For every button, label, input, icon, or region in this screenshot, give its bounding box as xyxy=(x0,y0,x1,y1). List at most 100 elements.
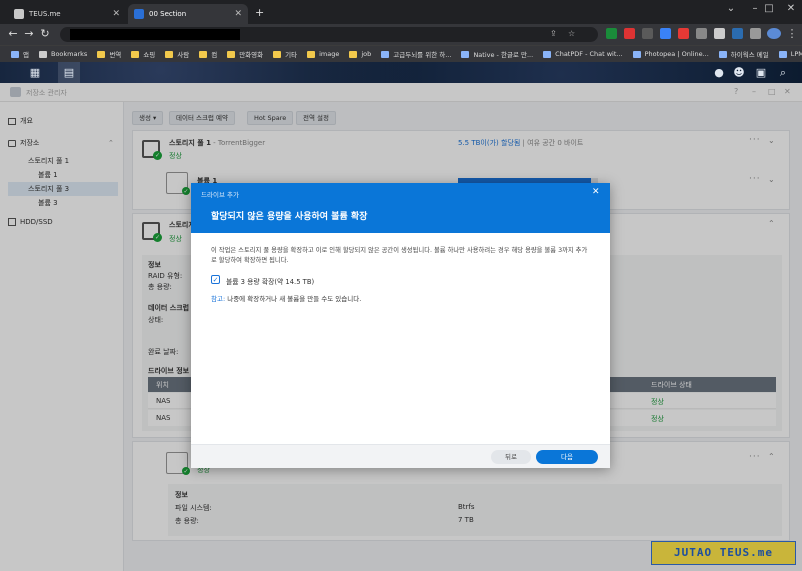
bookmark-label: 하이웍스 메일 xyxy=(730,51,769,59)
browser-menu-icon[interactable]: ⋮ xyxy=(785,27,799,41)
redacted-url xyxy=(70,29,240,40)
bookmark-label: 앱 xyxy=(23,51,29,59)
bookmark-label: 번역 xyxy=(109,51,122,59)
tab-search-button[interactable]: ⌄ xyxy=(718,0,744,18)
bookmark-item[interactable]: LPMS xyxy=(774,50,802,58)
bookmark-label: 만화영화 xyxy=(239,51,264,59)
extension-icon[interactable] xyxy=(606,28,617,39)
widgets-icon[interactable]: ▣ xyxy=(750,62,772,83)
bookmark-label: job xyxy=(361,50,372,58)
bookmark-item[interactable]: 고급두뇌를 위한 하... xyxy=(376,49,456,59)
folder-icon xyxy=(349,50,358,58)
dsm-favicon-icon xyxy=(134,9,144,19)
folder-icon xyxy=(199,50,208,58)
bookmark-item[interactable]: 기타 xyxy=(268,49,302,59)
folder-icon xyxy=(307,50,316,58)
bookmark-label: image xyxy=(319,50,340,58)
extension-icon[interactable] xyxy=(642,28,653,39)
bookmark-label: ChatPDF - Chat wit... xyxy=(555,50,623,58)
close-window-button[interactable]: ✕ xyxy=(778,0,802,18)
bookmark-item[interactable]: 하이웍스 메일 xyxy=(714,49,774,59)
dialog-note: 참고: 나중에 확장하거나 새 볼륨을 만들 수도 있습니다. xyxy=(211,293,361,303)
bookmark-item[interactable]: 컴 xyxy=(194,49,222,59)
tab-title: 00 Section xyxy=(149,10,187,18)
tab-icon[interactable] xyxy=(750,28,761,39)
bookmark-label: 기타 xyxy=(285,51,298,59)
extension-icon[interactable] xyxy=(678,28,689,39)
dialog-header: 드라이브 추가 ✕ 할당되지 않은 용량을 사용하여 볼륨 확장 xyxy=(191,183,610,233)
folder-icon xyxy=(165,50,174,58)
expand-volume-checkbox[interactable]: ✓ xyxy=(211,275,220,284)
dialog-description: 이 작업은 스토리지 풀 용량을 확장하고 이로 인해 할당되지 않은 공간이 … xyxy=(211,247,588,264)
dialog-window-title: 드라이브 추가 xyxy=(201,191,239,199)
dialog-heading: 할당되지 않은 용량을 사용하여 볼륨 확장 xyxy=(211,212,368,222)
browser-tab-teus[interactable]: TEUS.me ✕ xyxy=(8,4,126,24)
folder-icon xyxy=(131,50,140,58)
bookmark-label: LPMS xyxy=(790,50,802,58)
folder-icon xyxy=(227,50,236,58)
bookmark-item[interactable]: 사람 xyxy=(160,49,194,59)
chat-icon[interactable]: ● xyxy=(708,62,730,83)
extension-icon[interactable] xyxy=(696,28,707,39)
puzzle-extensions-icon[interactable] xyxy=(714,28,725,39)
bookmark-label: 사람 xyxy=(177,51,190,59)
dialog-close-icon[interactable]: ✕ xyxy=(592,187,600,197)
star-icon xyxy=(38,50,47,58)
bookmark-label: Bookmarks xyxy=(50,50,88,58)
watermark: JUTAO TEUS.me xyxy=(651,541,796,565)
bookmark-label: 컴 xyxy=(211,51,218,59)
close-tab-icon[interactable]: ✕ xyxy=(234,9,242,19)
site-favicon-icon xyxy=(718,50,727,58)
bookmark-item[interactable]: 만화영화 xyxy=(222,49,268,59)
site-favicon-icon xyxy=(381,50,390,58)
bookmark-item[interactable]: Native - 한글로 만... xyxy=(456,49,538,59)
back-arrow-icon[interactable]: ← xyxy=(6,27,20,41)
folder-icon xyxy=(97,50,106,58)
bookmark-item[interactable]: 번역 xyxy=(92,49,126,59)
browser-tab-section[interactable]: 00 Section ✕ xyxy=(128,4,248,24)
apps-grid-icon xyxy=(11,50,19,58)
bookmark-item[interactable]: ChatPDF - Chat wit... xyxy=(538,50,627,58)
main-menu-icon[interactable]: ▦ xyxy=(24,62,46,83)
new-tab-button[interactable]: + xyxy=(255,6,264,19)
expand-volume-label[interactable]: 볼륨 3 용량 확장(약 14.5 TB) xyxy=(226,276,314,286)
bookmark-item[interactable]: Photopea | Online... xyxy=(628,50,714,58)
search-icon[interactable]: ⌕ xyxy=(772,62,794,83)
next-button[interactable]: 다음 xyxy=(536,450,598,464)
bookmarks-bar: 앱 Bookmarks 번역 쇼핑 사람 컴 만화영화 기타 image job 고급두뇌를 위한 … xyxy=(0,45,802,62)
bookmark-label: 쇼핑 xyxy=(143,51,156,59)
bookmark-item[interactable]: 쇼핑 xyxy=(126,49,160,59)
bookmark-star-icon[interactable]: ☆ xyxy=(568,29,575,38)
extension-icon[interactable] xyxy=(624,28,635,39)
bookmark-label: 고급두뇌를 위한 하... xyxy=(393,51,452,59)
extension-icon[interactable] xyxy=(660,28,671,39)
forward-arrow-icon[interactable]: → xyxy=(22,27,36,41)
site-favicon-icon xyxy=(543,50,552,58)
site-favicon-icon xyxy=(461,50,470,58)
bookmark-item[interactable]: 앱 xyxy=(6,49,34,59)
dsm-taskbar xyxy=(0,62,802,83)
bookmark-item[interactable]: Bookmarks xyxy=(34,50,92,58)
site-favicon-icon xyxy=(14,9,24,19)
share-icon[interactable]: ⇪ xyxy=(550,29,557,38)
dialog-footer: 뒤로 다음 xyxy=(191,444,610,468)
back-button[interactable]: 뒤로 xyxy=(491,450,531,464)
note-text: 나중에 확장하거나 새 볼륨을 만들 수도 있습니다. xyxy=(225,295,362,303)
storage-manager-taskbar-icon[interactable]: ▤ xyxy=(58,62,80,83)
browser-tab-bar: TEUS.me ✕ 00 Section ✕ + ⌄ – □ ✕ xyxy=(0,0,802,24)
reload-icon[interactable]: ↻ xyxy=(38,27,52,41)
bookmark-item[interactable]: job xyxy=(344,50,376,58)
bookmark-label: Native - 한글로 만... xyxy=(473,51,534,59)
address-bar[interactable]: ⇪ ☆ xyxy=(60,27,598,42)
add-drive-dialog: 드라이브 추가 ✕ 할당되지 않은 용량을 사용하여 볼륨 확장 이 작업은 스… xyxy=(191,183,610,468)
user-icon[interactable]: ☻ xyxy=(728,62,750,83)
profile-avatar[interactable] xyxy=(767,28,781,39)
bookmark-item[interactable]: image xyxy=(302,50,344,58)
note-label: 참고: xyxy=(211,295,226,303)
tab-title: TEUS.me xyxy=(29,10,61,18)
close-tab-icon[interactable]: ✕ xyxy=(112,9,120,19)
extension-icon[interactable] xyxy=(732,28,743,39)
site-favicon-icon xyxy=(778,50,787,58)
site-favicon-icon xyxy=(632,50,641,58)
folder-icon xyxy=(273,50,282,58)
